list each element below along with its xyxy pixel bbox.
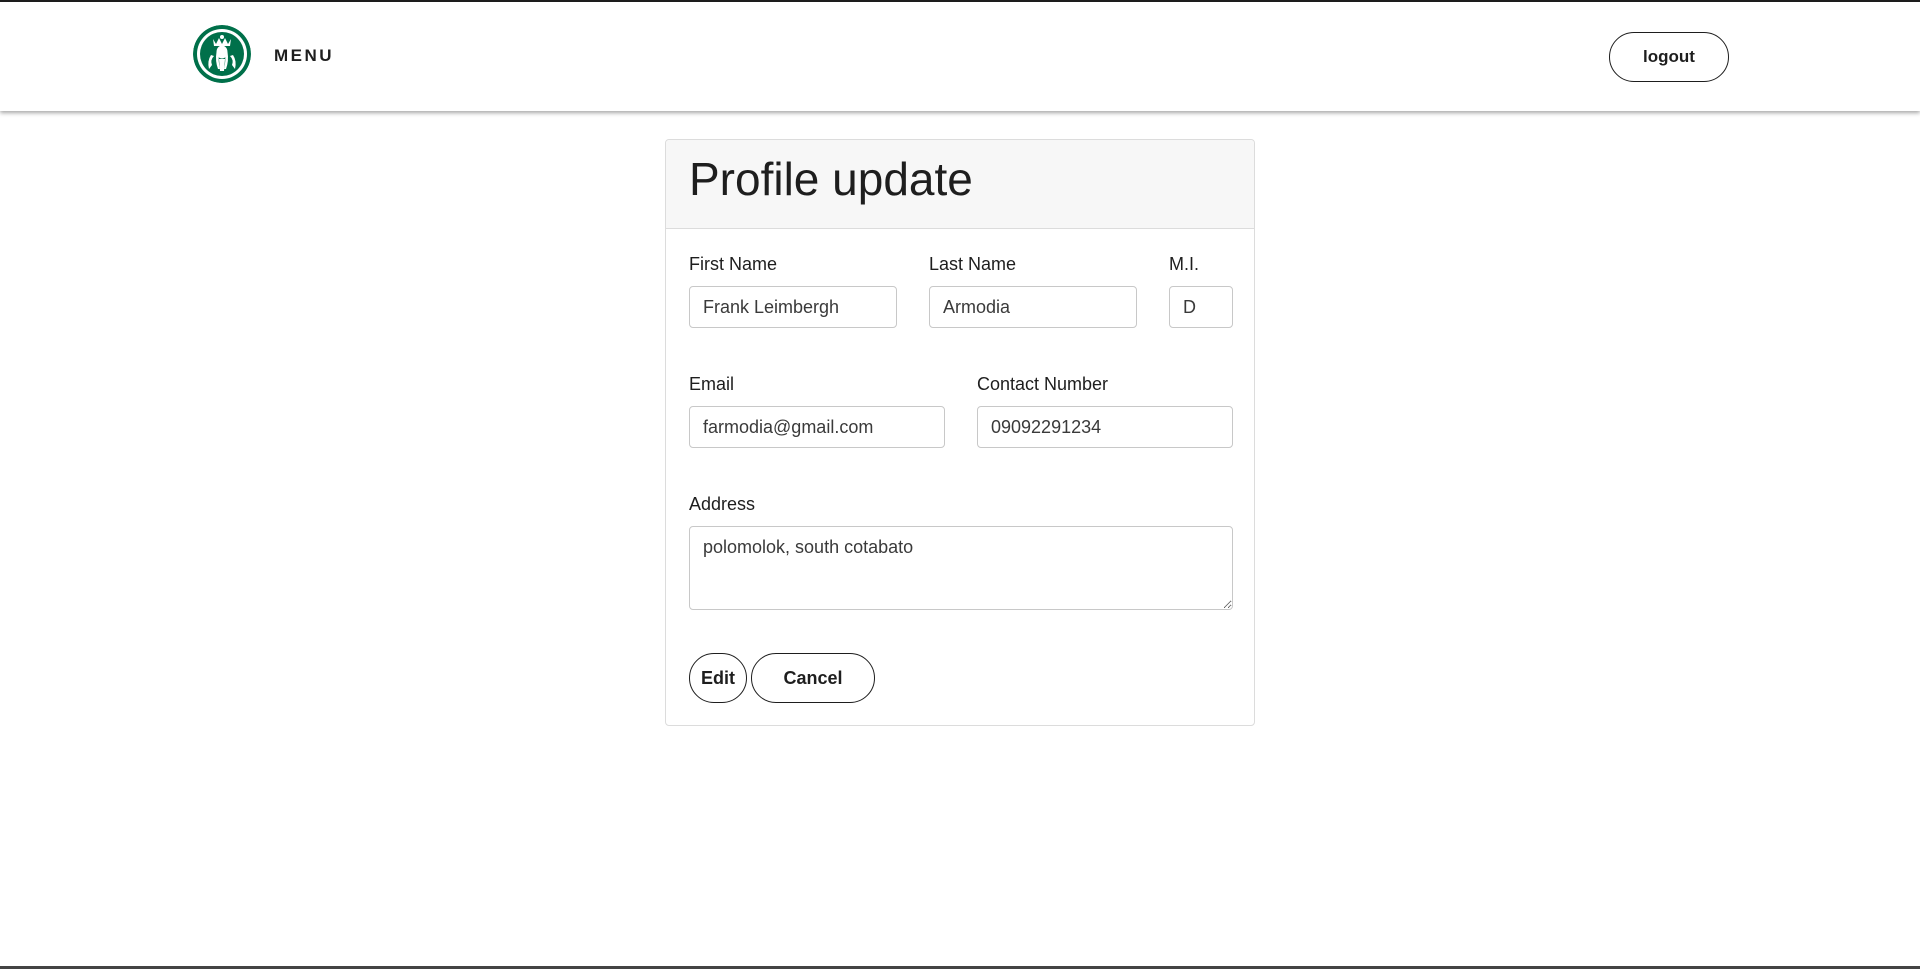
card-header: Profile update [666, 140, 1254, 229]
cancel-button[interactable]: Cancel [751, 653, 875, 703]
edit-button[interactable]: Edit [689, 653, 747, 703]
middle-initial-label: M.I. [1169, 254, 1199, 274]
email-label: Email [689, 374, 735, 394]
menu-link[interactable]: MENU [274, 46, 334, 66]
email-input[interactable] [689, 406, 945, 448]
starbucks-siren-logo-icon[interactable] [193, 25, 251, 83]
top-navbar: MENU logout [0, 2, 1920, 111]
address-textarea[interactable]: polomolok, south cotabato [689, 526, 1233, 610]
contact-number-input[interactable] [977, 406, 1233, 448]
contact-number-label: Contact Number [977, 374, 1109, 394]
address-label: Address [689, 494, 756, 514]
first-name-label: First Name [689, 254, 778, 274]
last-name-input[interactable] [929, 286, 1137, 328]
middle-initial-input[interactable] [1169, 286, 1233, 328]
logout-button[interactable]: logout [1609, 32, 1729, 82]
profile-update-card: Profile update First Name Last Name M.I.… [665, 139, 1255, 726]
last-name-label: Last Name [929, 254, 1017, 274]
page-title: Profile update [689, 153, 973, 205]
first-name-input[interactable] [689, 286, 897, 328]
